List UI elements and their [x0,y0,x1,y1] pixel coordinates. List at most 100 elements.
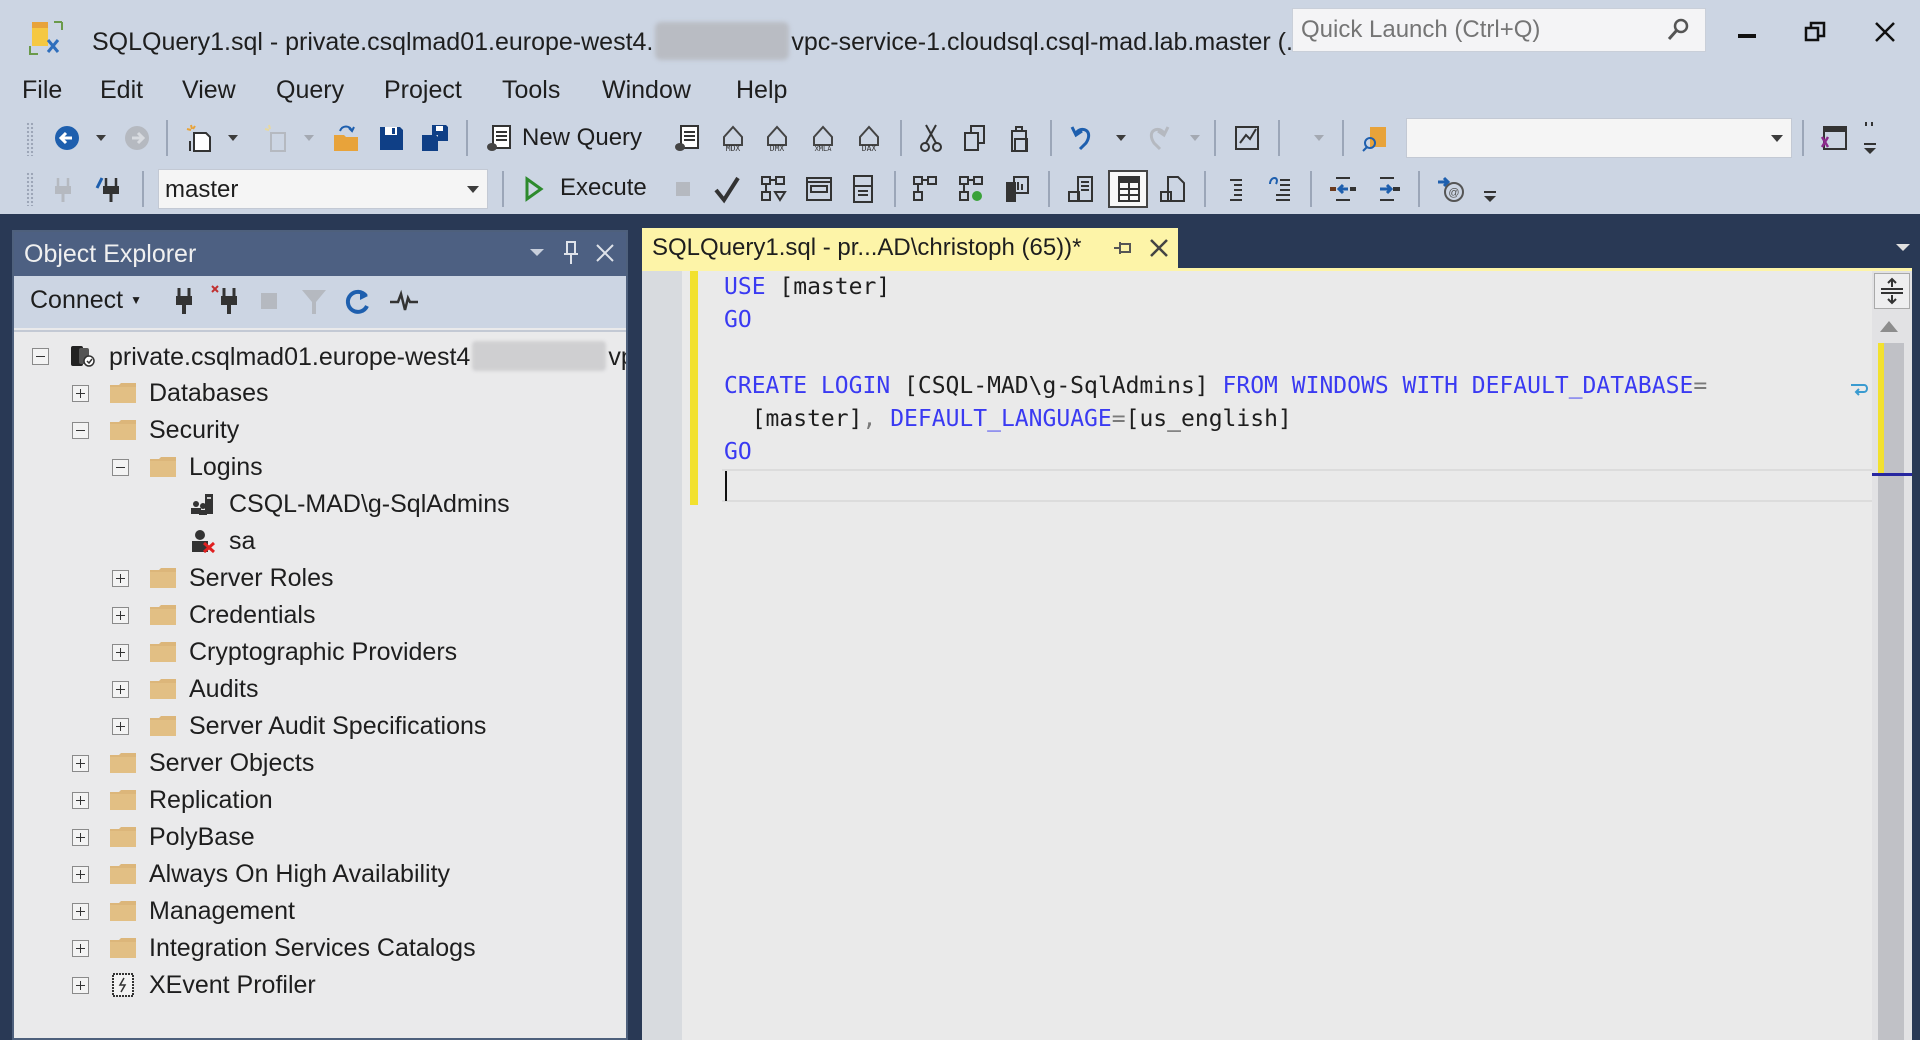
auto-hide-pin-button[interactable] [556,238,586,268]
results-to-grid-button[interactable] [1108,170,1148,208]
specify-template-parameters-button[interactable]: @ [1434,172,1468,206]
close-object-explorer-button[interactable] [590,238,620,268]
close-tab-icon[interactable] [1146,234,1172,262]
expand-toggle[interactable] [72,384,89,402]
client-statistics-button[interactable] [1000,172,1034,206]
solution-configuration-combo[interactable] [1406,118,1792,158]
undo-button[interactable] [1066,121,1100,155]
collapse-toggle[interactable] [112,458,129,476]
redo-button[interactable] [1140,121,1174,155]
new-query-icon-wrap[interactable] [482,121,516,155]
tree-node-server-roles[interactable]: Server Roles [112,560,334,596]
collapse-toggle[interactable] [32,347,49,365]
xmla-query-button[interactable]: XMLA [806,121,840,155]
disconnect-icon[interactable] [210,284,242,316]
navigate-forward-button[interactable] [120,121,154,155]
connect-button[interactable] [46,172,80,206]
minimize-button[interactable] [1722,12,1772,52]
decrease-indent-button[interactable] [1326,172,1360,206]
save-all-button[interactable] [418,121,452,155]
sql-editor[interactable]: USE [master] GO CREATE LOGIN [CSQL-MAD\g… [642,268,1912,1040]
tree-node-server-objects[interactable]: Server Objects [72,745,314,781]
save-button[interactable] [374,121,408,155]
new-query-button[interactable]: New Query [522,124,642,152]
expand-toggle[interactable] [72,828,89,846]
tree-node-credentials[interactable]: Credentials [112,597,315,633]
menu-query[interactable]: Query [272,74,348,107]
add-item-button[interactable] [260,121,294,155]
menu-help[interactable]: Help [732,74,791,107]
quick-launch-input[interactable] [1293,9,1653,51]
tab-overflow-icon[interactable] [1896,244,1910,251]
expand-toggle[interactable] [112,606,129,624]
expand-toggle[interactable] [112,643,129,661]
intellisense-button[interactable] [846,172,880,206]
tree-node-security[interactable]: Security [72,412,239,448]
tree-node-server-audit-specifications[interactable]: Server Audit Specifications [112,708,486,744]
live-query-statistics-button[interactable] [954,172,988,206]
toolbar-grip[interactable] [26,172,34,206]
menu-view[interactable]: View [178,74,240,107]
paste-button[interactable] [1002,121,1036,155]
tree-node-databases[interactable]: Databases [72,375,269,411]
pin-icon[interactable] [1110,234,1136,262]
include-actual-plan-button[interactable] [908,172,942,206]
config-dropdown[interactable] [1312,121,1326,155]
cut-button[interactable] [914,121,948,155]
tree-node-logins[interactable]: Logins [112,449,263,485]
open-file-button[interactable] [328,121,362,155]
execute-icon-wrap[interactable] [516,172,550,206]
filter-icon[interactable] [300,288,328,316]
tree-node-audits[interactable]: Audits [112,671,258,707]
undo-dropdown[interactable] [1114,121,1128,155]
database-engine-query-button[interactable] [670,121,704,155]
display-estimated-plan-button[interactable] [756,172,790,206]
properties-window-button[interactable] [1816,121,1850,155]
query-options-button[interactable] [802,172,836,206]
find-in-files-button[interactable] [1358,121,1392,155]
toolbar2-options-button[interactable] [1480,176,1500,210]
tree-node-always-on[interactable]: Always On High Availability [72,856,450,892]
cancel-query-button[interactable] [666,172,700,206]
execute-button[interactable]: Execute [560,174,647,202]
tree-node-polybase[interactable]: PolyBase [72,819,255,855]
code-area[interactable]: USE [master] GO CREATE LOGIN [CSQL-MAD\g… [724,271,1707,502]
change-connection-button[interactable] [92,172,126,206]
expand-toggle[interactable] [72,902,89,920]
expand-toggle[interactable] [112,680,129,698]
menu-file[interactable]: File [18,74,66,107]
connect-dropdown-button[interactable]: Connect ▼ [30,286,142,315]
mdx-query-button[interactable]: MDX [716,121,750,155]
scroll-up-arrow[interactable] [1880,321,1898,332]
expand-toggle[interactable] [72,976,89,994]
results-to-text-button[interactable] [1064,172,1098,206]
search-icon[interactable] [1665,17,1691,43]
tree-node-server[interactable]: private.csqlmad01.europe-west4 vp [32,338,626,374]
available-databases-combo[interactable]: master [158,169,488,209]
toolbar-grip[interactable] [26,122,34,156]
parse-button[interactable] [710,172,744,206]
expand-toggle[interactable] [72,939,89,957]
tree-node-integration-services-catalogs[interactable]: Integration Services Catalogs [72,930,476,966]
tree-node-cryptographic-providers[interactable]: Cryptographic Providers [112,634,457,670]
uncomment-button[interactable] [1264,172,1298,206]
vertical-scrollbar[interactable] [1872,271,1912,1040]
restore-button[interactable] [1790,12,1840,52]
comment-out-button[interactable] [1218,172,1252,206]
dax-query-button[interactable]: DAX [852,121,886,155]
expand-toggle[interactable] [112,717,129,735]
toolbar-options-button[interactable] [1860,116,1880,160]
activity-monitor-button[interactable] [1230,121,1264,155]
expand-toggle[interactable] [72,754,89,772]
back-history-dropdown[interactable] [94,121,108,155]
navigate-back-button[interactable] [50,121,84,155]
tab-sqlquery1[interactable]: SQLQuery1.sql - pr...AD\christoph (65))* [642,228,1178,268]
tree-node-login-sqladmins[interactable]: CSQL-MAD\g-SqlAdmins [152,486,510,522]
tree-node-management[interactable]: Management [72,893,295,929]
collapse-toggle[interactable] [72,421,89,439]
new-project-button[interactable] [182,121,216,155]
tree-node-xevent-profiler[interactable]: XEvent Profiler [72,967,316,1003]
activity-monitor-icon[interactable] [388,288,420,316]
close-window-button[interactable] [1860,12,1910,52]
quick-launch[interactable] [1292,8,1706,52]
